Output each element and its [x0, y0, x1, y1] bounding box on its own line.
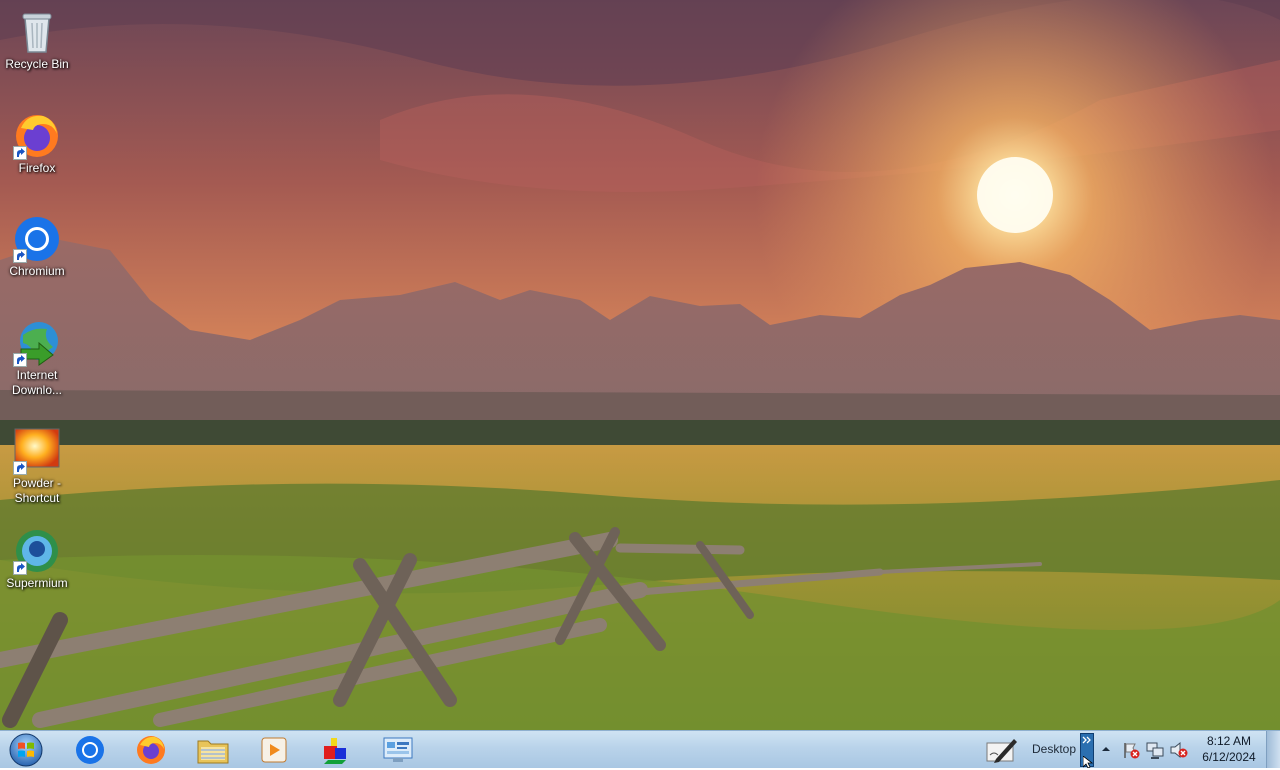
action-center-flag-icon: [1124, 743, 1140, 759]
shortcut-arrow-icon: [13, 146, 27, 160]
desktop-icon-recycle-bin[interactable]: Recycle Bin: [0, 8, 74, 72]
shortcut-arrow-icon: [13, 561, 27, 575]
chromium-icon: [76, 736, 104, 764]
windows-start-icon: [9, 733, 43, 767]
desktop-icon-chromium[interactable]: Chromium: [0, 215, 74, 279]
taskbar-pinned-chromium[interactable]: [62, 732, 118, 768]
desktop-icon-supermium[interactable]: Supermium: [0, 527, 74, 591]
firefox-icon: [137, 736, 165, 764]
chromium-icon: [13, 215, 61, 263]
pen-notepad-icon: [986, 739, 1017, 763]
paint-3d-shapes-icon: [324, 738, 346, 764]
desktop-icon-label: Internet: [16, 368, 58, 382]
show-desktop-button[interactable]: [1266, 731, 1280, 768]
desktop-icon-label-line2: Downlo...: [11, 383, 63, 397]
taskbar-pinned-file-explorer[interactable]: [185, 732, 241, 768]
taskbar-pinned-media-player[interactable]: [246, 732, 302, 768]
up-arrow-icon: [1102, 747, 1110, 751]
volume-muted-icon: [1170, 741, 1188, 759]
desktop-toolbar-label[interactable]: Desktop: [1032, 742, 1076, 756]
desktop-wallpaper: [0, 0, 1280, 730]
internet-download-manager-icon: [13, 319, 61, 367]
tray-volume[interactable]: [1169, 740, 1189, 760]
network-icon: [1146, 742, 1164, 759]
taskbar-pinned-firefox[interactable]: [123, 732, 179, 768]
show-hidden-icons-button[interactable]: [1100, 742, 1112, 756]
shortcut-arrow-icon: [13, 249, 27, 263]
desktop-icon-label: Powder -: [12, 476, 62, 490]
desktop-icon-label: Recycle Bin: [5, 57, 69, 71]
shortcut-arrow-icon: [13, 353, 27, 367]
tray-pen-tool[interactable]: [984, 735, 1020, 765]
shortcut-arrow-icon: [13, 461, 27, 475]
firefox-icon: [13, 112, 61, 160]
powder-icon: [13, 427, 61, 475]
mouse-cursor-icon: [1083, 756, 1093, 768]
clock-time: 8:12 AM: [1206, 734, 1252, 748]
recycle-bin-icon: [13, 8, 61, 56]
control-panel-icon: [383, 737, 413, 762]
desktop-icon-internet-download-manager[interactable]: Internet Downlo...: [0, 319, 74, 398]
clock-date: 6/12/2024: [1202, 750, 1256, 764]
taskbar-pinned-3d-shapes-app[interactable]: [308, 732, 364, 768]
file-explorer-icon: [197, 740, 229, 764]
desktop-icon-label: Firefox: [18, 161, 56, 175]
tray-network[interactable]: [1145, 740, 1165, 760]
tray-action-center[interactable]: [1121, 740, 1141, 760]
chevron-expand-icon: [1082, 736, 1091, 744]
media-player-icon: [261, 737, 287, 763]
desktop-icon-powder[interactable]: Powder - Shortcut: [0, 427, 74, 506]
taskbar-pinned-control-panel[interactable]: [370, 732, 426, 768]
desktop-icon-label: Chromium: [9, 264, 65, 278]
taskbar-clock[interactable]: 8:12 AM 6/12/2024: [1196, 733, 1262, 765]
start-button[interactable]: [4, 732, 48, 768]
desktop-icon-firefox[interactable]: Firefox: [0, 112, 74, 176]
desktop-icon-label-line2: Shortcut: [14, 491, 60, 505]
desktop-icon-label: Supermium: [6, 576, 68, 590]
supermium-icon: [13, 527, 61, 575]
